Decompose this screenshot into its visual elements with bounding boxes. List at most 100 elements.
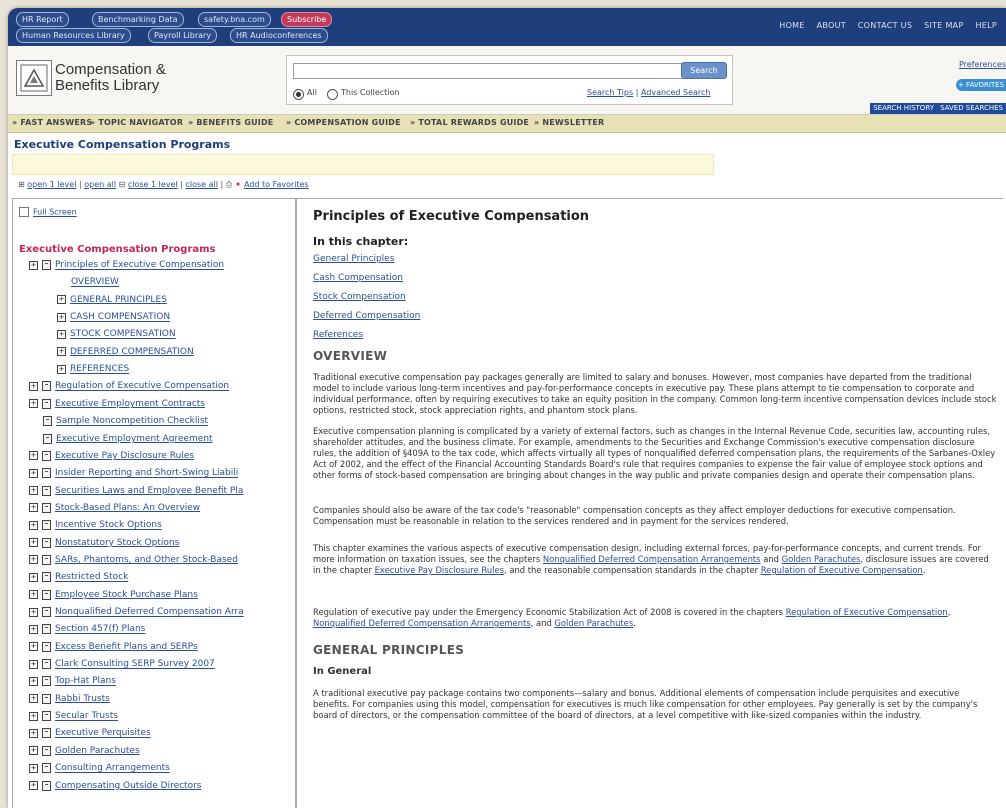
expand-toggle-icon[interactable]: + [29, 746, 38, 756]
expand-toggle-icon[interactable]: + [29, 520, 38, 530]
add-to-favorites-link[interactable]: Add to Favorites [244, 180, 309, 189]
hr-library-link[interactable]: Human Resources Library [16, 28, 131, 43]
toc-item[interactable]: + CASH COMPENSATION [57, 311, 170, 323]
close-all-link[interactable]: close all [185, 180, 218, 189]
toc-item[interactable]: + Nonstatutory Stock Options [29, 537, 179, 549]
link-regulation-executive-comp[interactable]: Regulation of Executive Compensation [761, 565, 923, 575]
toc-item[interactable]: + Executive Pay Disclosure Rules [29, 450, 194, 462]
radio-all[interactable] [293, 89, 304, 100]
toc-item[interactable]: + Employee Stock Purchase Plans [29, 589, 198, 601]
open-one-level-link[interactable]: open 1 level [27, 180, 76, 189]
toc-item[interactable]: + Consulting Arrangements [29, 762, 170, 774]
payroll-library-link[interactable]: Payroll Library [148, 28, 218, 43]
toc-item[interactable]: + Restricted Stock [29, 571, 128, 583]
toc-item[interactable]: + Golden Parachutes [29, 745, 140, 757]
advanced-search-link[interactable]: Advanced Search [641, 88, 711, 97]
safety-link[interactable]: safety.bna.com [198, 12, 271, 27]
radio-this-collection[interactable] [327, 89, 338, 100]
expand-toggle-icon[interactable]: + [29, 659, 38, 669]
home-link[interactable]: HOME [779, 21, 804, 30]
expand-toggle-icon[interactable]: + [57, 347, 66, 357]
toc-item[interactable]: OVERVIEW [71, 276, 119, 288]
link-executive-pay-disclosure[interactable]: Executive Pay Disclosure Rules [375, 565, 504, 575]
toc-item[interactable]: + STOCK COMPENSATION [57, 328, 176, 340]
link-nonqualified-deferred[interactable]: Nonqualified Deferred Compensation Arran… [543, 554, 761, 564]
preferences-link[interactable]: Preferences [959, 60, 1006, 69]
link-references[interactable]: References [313, 330, 363, 340]
link-stock-compensation[interactable]: Stock Compensation [313, 292, 406, 302]
expand-toggle-icon[interactable]: + [57, 312, 66, 322]
toc-item[interactable]: + Secular Trusts [29, 710, 118, 722]
favorites-button[interactable]: + FAVORITES [956, 79, 1006, 91]
nav-newsletter[interactable]: » NEWSLETTER [534, 118, 604, 127]
toc-item[interactable]: + REFERENCES [57, 363, 129, 375]
expand-toggle-icon[interactable]: + [29, 694, 38, 704]
full-screen-link[interactable]: Full Screen [19, 207, 77, 217]
hr-report-link[interactable]: HR Report [16, 12, 69, 27]
expand-toggle-icon[interactable]: + [29, 399, 38, 409]
search-input[interactable] [293, 63, 683, 79]
link-nonqualified-deferred-2[interactable]: Nonqualified Deferred Compensation Arran… [313, 618, 531, 628]
expand-toggle-icon[interactable]: + [29, 728, 38, 738]
expand-toggle-icon[interactable]: + [57, 295, 66, 305]
help-link[interactable]: HELP [975, 21, 997, 30]
expand-toggle-icon[interactable]: + [29, 451, 38, 461]
expand-toggle-icon[interactable]: + [29, 381, 38, 391]
toc-item[interactable]: + Stock-Based Plans: An Overview [29, 502, 200, 514]
expand-toggle-icon[interactable]: + [29, 538, 38, 548]
expand-toggle-icon[interactable]: + [29, 781, 38, 790]
about-link[interactable]: ABOUT [817, 21, 846, 30]
expand-toggle-icon[interactable]: + [29, 642, 38, 652]
toc-item[interactable]: + Section 457(f) Plans [29, 623, 145, 635]
link-deferred-compensation[interactable]: Deferred Compensation [313, 311, 420, 321]
print-icon[interactable]: | ⎙ [221, 180, 235, 189]
toc-item[interactable]: Sample Noncompetition Checklist [43, 415, 208, 427]
search-button[interactable]: Search [681, 62, 727, 79]
toc-item[interactable]: + Regulation of Executive Compensation [29, 380, 229, 392]
expand-toggle-icon[interactable]: + [29, 486, 38, 496]
site-map-link[interactable]: SITE MAP [924, 21, 964, 30]
toc-item[interactable]: + Insider Reporting and Short-Swing Liabi… [29, 467, 238, 479]
benchmarking-data-link[interactable]: Benchmarking Data [92, 12, 184, 27]
toc-item[interactable]: + Clark Consulting SERP Survey 2007 [29, 658, 215, 670]
expand-toggle-icon[interactable]: + [29, 624, 38, 634]
search-history-button[interactable]: SEARCH HISTORY [870, 103, 937, 114]
toc-item[interactable]: + Principles of Executive Compensation [29, 259, 224, 271]
toc-item[interactable]: + Securities Laws and Employee Benefit Pl… [29, 485, 243, 497]
toc-item[interactable]: Executive Employment Agreement [43, 433, 213, 445]
expand-toggle-icon[interactable]: + [29, 676, 38, 686]
link-cash-compensation[interactable]: Cash Compensation [313, 273, 403, 283]
nav-benefits-guide[interactable]: » BENEFITS GUIDE [188, 118, 273, 127]
toc-item[interactable]: + Compensating Outside Directors [29, 780, 201, 792]
toc-item[interactable]: + Executive Employment Contracts [29, 398, 205, 410]
toc-item[interactable]: + GENERAL PRINCIPLES [57, 294, 167, 306]
link-general-principles[interactable]: General Principles [313, 254, 394, 264]
expand-toggle-icon[interactable]: + [29, 711, 38, 721]
toc-item[interactable]: + Rabbi Trusts [29, 693, 110, 705]
toc-item[interactable]: + Excess Benefit Plans and SERPs [29, 641, 198, 653]
expand-toggle-icon[interactable]: + [29, 590, 38, 600]
toc-item[interactable]: + Top-Hat Plans [29, 675, 116, 687]
tree-title[interactable]: Executive Compensation Programs [19, 244, 216, 255]
nav-compensation-guide[interactable]: » COMPENSATION GUIDE [286, 118, 401, 127]
toc-item[interactable]: + Incentive Stock Options [29, 519, 162, 531]
close-one-level-link[interactable]: close 1 level [128, 180, 178, 189]
nav-total-rewards-guide[interactable]: » TOTAL REWARDS GUIDE [410, 118, 529, 127]
saved-searches-button[interactable]: SAVED SEARCHES [937, 103, 1006, 114]
toc-item[interactable]: + Executive Perquisites [29, 727, 151, 739]
link-golden-parachutes[interactable]: Golden Parachutes [782, 554, 861, 564]
link-regulation-executive-comp-2[interactable]: Regulation of Executive Compensation [786, 607, 948, 617]
nav-fast-answers[interactable]: » FAST ANSWERS [12, 118, 92, 127]
contact-link[interactable]: CONTACT US [858, 21, 912, 30]
toc-item[interactable]: + SARs, Phantoms, and Other Stock-Based [29, 554, 238, 566]
search-tips-link[interactable]: Search Tips [587, 88, 633, 97]
toc-item[interactable]: + Nonqualified Deferred Compensation Arra [29, 606, 244, 618]
expand-toggle-icon[interactable]: + [29, 763, 38, 773]
expand-toggle-icon[interactable]: + [29, 503, 38, 513]
expand-toggle-icon[interactable]: + [29, 260, 38, 270]
subscribe-button[interactable]: Subscribe [281, 12, 333, 27]
expand-toggle-icon[interactable]: + [57, 329, 66, 339]
expand-toggle-icon[interactable]: + [29, 572, 38, 582]
expand-toggle-icon[interactable]: + [57, 364, 66, 374]
toc-item[interactable]: + DEFERRED COMPENSATION [57, 346, 194, 358]
